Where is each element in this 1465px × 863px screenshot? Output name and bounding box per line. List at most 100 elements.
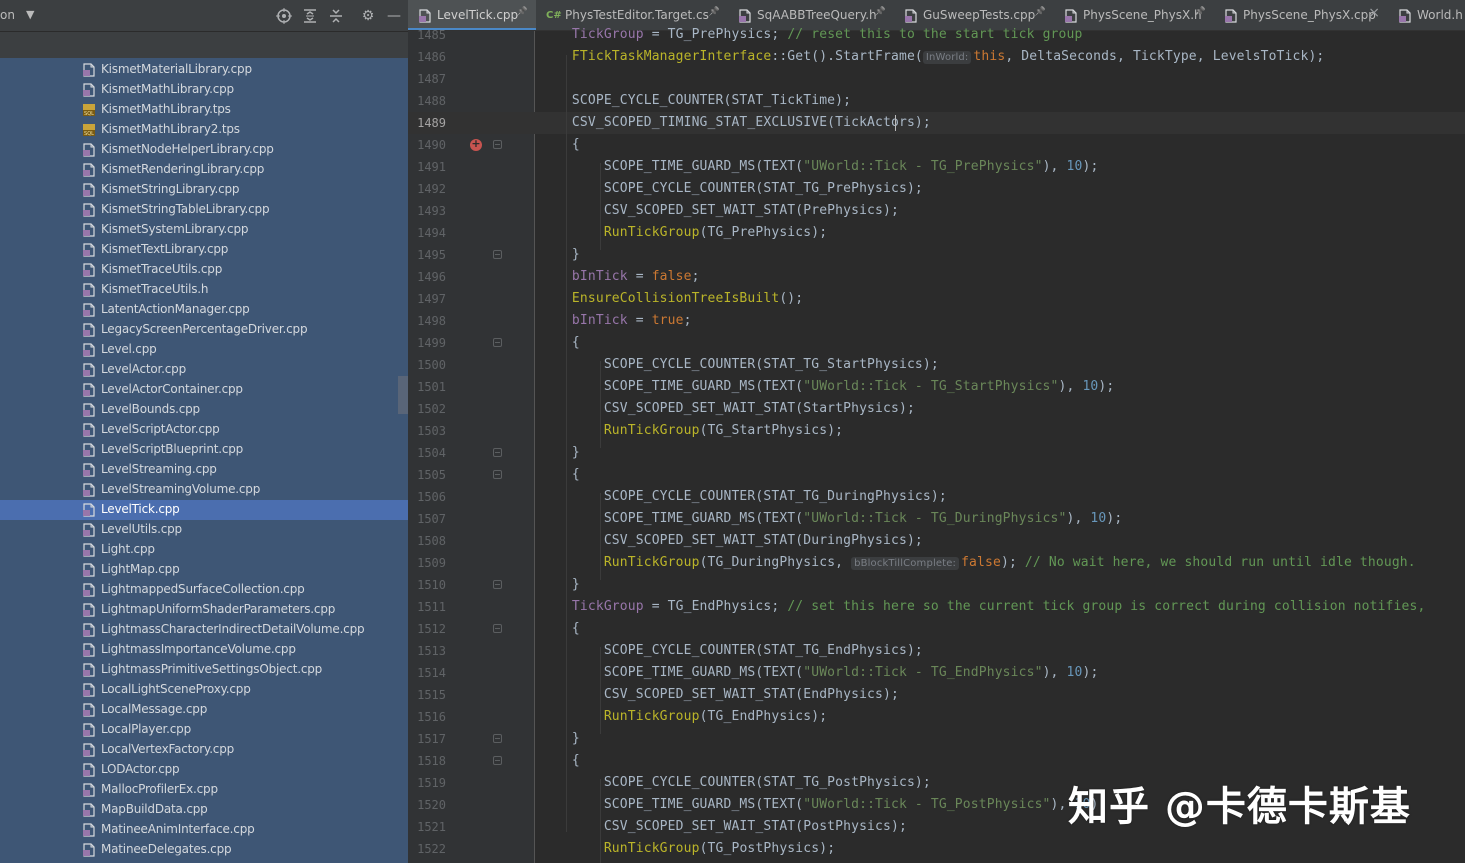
file-tree-item[interactable]: LightmassPrimitiveSettingsObject.cpp <box>0 660 408 680</box>
file-tree-item[interactable]: LightmapUniformShaderParameters.cpp <box>0 600 408 620</box>
file-name-label: LevelStreamingVolume.cpp <box>101 482 261 496</box>
file-tree-item[interactable]: LightMap.cpp <box>0 560 408 580</box>
file-tree-item[interactable]: LightmappedSurfaceCollection.cpp <box>0 580 408 600</box>
file-tree-item[interactable]: KismetTraceUtils.h <box>0 280 408 300</box>
code-token: ), <box>1042 159 1067 174</box>
sql-file-icon: SQL <box>82 123 96 137</box>
file-tree-item[interactable]: LegacyScreenPercentageDriver.cpp <box>0 320 408 340</box>
file-tree-item[interactable]: LevelBounds.cpp <box>0 400 408 420</box>
fold-marker-icon[interactable] <box>493 734 502 743</box>
fold-marker-icon[interactable] <box>493 624 502 633</box>
file-tree-item[interactable]: MatineeAnimInterface.cpp <box>0 820 408 840</box>
pin-icon[interactable]: 📌 <box>1195 7 1206 17</box>
line-number: 1506 <box>417 490 446 504</box>
fold-marker-icon[interactable] <box>493 338 502 347</box>
file-tree-item[interactable]: LocalMessage.cpp <box>0 700 408 720</box>
fold-marker-icon[interactable] <box>493 250 502 259</box>
editor-tab[interactable]: World.h <box>1388 0 1465 30</box>
file-tree-item[interactable]: LightmassCharacterIndirectDetailVolume.c… <box>0 620 408 640</box>
line-number: 1513 <box>417 644 446 658</box>
file-tree-item[interactable]: SQL KismetMathLibrary2.tps <box>0 120 408 140</box>
file-tree-item[interactable]: LocalLightSceneProxy.cpp <box>0 680 408 700</box>
file-tree-item[interactable]: KismetStringTableLibrary.cpp <box>0 200 408 220</box>
pin-icon[interactable]: 📌 <box>517 7 528 17</box>
cpp-file-icon <box>82 403 96 417</box>
file-tree-item[interactable]: LevelActorContainer.cpp <box>0 380 408 400</box>
file-tree-item[interactable]: Light.cpp <box>0 540 408 560</box>
file-tree-item[interactable]: LevelScriptBlueprint.cpp <box>0 440 408 460</box>
file-tree-item[interactable]: LevelUtils.cpp <box>0 520 408 540</box>
file-name-label: KismetStringTableLibrary.cpp <box>101 202 270 216</box>
fold-marker-icon[interactable] <box>493 448 502 457</box>
file-tree-item[interactable]: KismetRenderingLibrary.cpp <box>0 160 408 180</box>
file-tree-item[interactable]: MapBuildData.cpp <box>0 800 408 820</box>
indent-guide <box>600 493 601 580</box>
line-number: 1493 <box>417 204 446 218</box>
close-icon[interactable]: × <box>1368 5 1380 21</box>
minimize-icon[interactable]: — <box>384 6 404 26</box>
file-tree-item[interactable]: KismetTextLibrary.cpp <box>0 240 408 260</box>
code-token: TickGroup <box>571 27 644 42</box>
code-token: bInTick <box>571 313 628 328</box>
file-tree-item[interactable]: KismetStringLibrary.cpp <box>0 180 408 200</box>
code-token: "UWorld::Tick - TG_StartPhysics" <box>803 379 1059 394</box>
fold-marker-icon[interactable] <box>493 756 502 765</box>
file-tree-item[interactable]: LODActor.cpp <box>0 760 408 780</box>
collapse-all-icon[interactable] <box>326 6 346 26</box>
breakpoint-icon[interactable] <box>470 137 482 151</box>
code-line: SCOPE_TIME_GUARD_MS(TEXT("UWorld::Tick -… <box>540 508 1122 530</box>
line-number: 1498 <box>417 314 446 328</box>
code-token: FTickTaskManagerInterface <box>571 49 772 64</box>
code-token: SCOPE_CYCLE_COUNTER(STAT_TG_PostPhysics)… <box>603 775 931 790</box>
fold-marker-icon[interactable] <box>493 580 502 589</box>
file-tree-item[interactable]: LightmassImportanceVolume.cpp <box>0 640 408 660</box>
file-tree-item[interactable]: KismetSystemLibrary.cpp <box>0 220 408 240</box>
file-tree-item[interactable]: MallocProfilerEx.cpp <box>0 780 408 800</box>
file-tree-item[interactable]: Level.cpp <box>0 340 408 360</box>
file-tree-item[interactable]: SQL KismetMathLibrary.tps <box>0 100 408 120</box>
project-panel-title[interactable]: on <box>0 8 15 22</box>
file-tree-item[interactable]: LevelStreamingVolume.cpp <box>0 480 408 500</box>
triangle-down-icon[interactable]: ▼ <box>26 8 34 21</box>
file-tree-item[interactable]: KismetMaterialLibrary.cpp <box>0 60 408 80</box>
file-tree-item[interactable]: LevelScriptActor.cpp <box>0 420 408 440</box>
gear-icon[interactable]: ⚙ <box>358 6 378 26</box>
line-number: 1522 <box>417 842 446 856</box>
file-tree-item[interactable]: KismetMathLibrary.cpp <box>0 80 408 100</box>
code-token: (TG_PrePhysics); <box>699 225 828 240</box>
code-token: = TG_PrePhysics; <box>643 27 788 42</box>
code-line: CSV_SCOPED_SET_WAIT_STAT(PostPhysics); <box>540 816 907 838</box>
code-token: false <box>961 555 1001 570</box>
pin-icon[interactable]: 📌 <box>709 7 720 17</box>
code-line: { <box>540 464 580 486</box>
fold-marker-icon[interactable] <box>493 470 502 479</box>
editor-tab[interactable]: PhysScene_PhysX.cpp × <box>1214 0 1388 30</box>
file-tree-item[interactable]: LevelStreaming.cpp <box>0 460 408 480</box>
sql-file-icon: SQL <box>82 103 96 117</box>
code-token: // No wait here, we should run until idl… <box>1024 555 1416 570</box>
file-tree-item[interactable]: LatentActionManager.cpp <box>0 300 408 320</box>
file-name-label: LevelUtils.cpp <box>101 522 182 536</box>
file-name-label: KismetMaterialLibrary.cpp <box>101 62 252 76</box>
expand-all-icon[interactable] <box>300 6 320 26</box>
fold-marker-icon[interactable] <box>493 140 502 149</box>
file-tree-item[interactable]: KismetTraceUtils.cpp <box>0 260 408 280</box>
pin-icon[interactable]: 📌 <box>1035 7 1046 17</box>
file-tree-item[interactable]: LocalVertexFactory.cpp <box>0 740 408 760</box>
file-tree-item[interactable]: LocalPlayer.cpp <box>0 720 408 740</box>
code-line: bInTick = true; <box>540 310 692 332</box>
pin-icon[interactable]: 📌 <box>875 7 886 17</box>
file-tree-item[interactable]: LevelTick.cpp <box>0 500 408 520</box>
code-line: SCOPE_CYCLE_COUNTER(STAT_TG_PrePhysics); <box>540 178 923 200</box>
file-tree-item[interactable]: LevelActor.cpp <box>0 360 408 380</box>
line-number: 1505 <box>417 468 446 482</box>
file-tree-item[interactable]: MatineeDelegates.cpp <box>0 840 408 860</box>
scrollbar-thumb[interactable] <box>398 376 408 414</box>
code-token: ), <box>1042 665 1067 680</box>
file-tree-item[interactable]: KismetNodeHelperLibrary.cpp <box>0 140 408 160</box>
locate-icon[interactable] <box>274 6 294 26</box>
